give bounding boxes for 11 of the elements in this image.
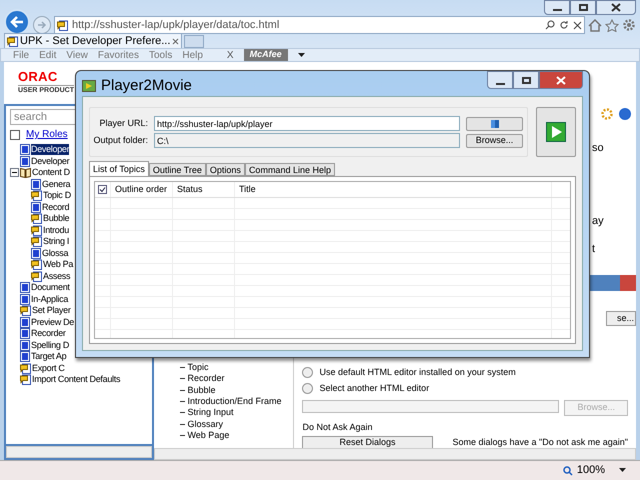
logo-text: ORAC bbox=[18, 70, 58, 83]
text-fragment: ay bbox=[592, 214, 604, 228]
field-label: Output folder: bbox=[92, 134, 148, 147]
text-fragment: so bbox=[592, 141, 604, 156]
field-label: Player URL: bbox=[98, 116, 148, 130]
radio-label: Use default HTML editor installed on your system bbox=[319, 366, 516, 379]
group-title: Do Not Ask Again bbox=[302, 420, 374, 434]
note-text: Some dialogs have a "Do not ask me again" bbox=[452, 436, 628, 448]
window-title: Player2Movie bbox=[101, 76, 192, 96]
text-fragment: t bbox=[592, 242, 596, 257]
radio-label: Select another HTML editor bbox=[319, 382, 430, 394]
